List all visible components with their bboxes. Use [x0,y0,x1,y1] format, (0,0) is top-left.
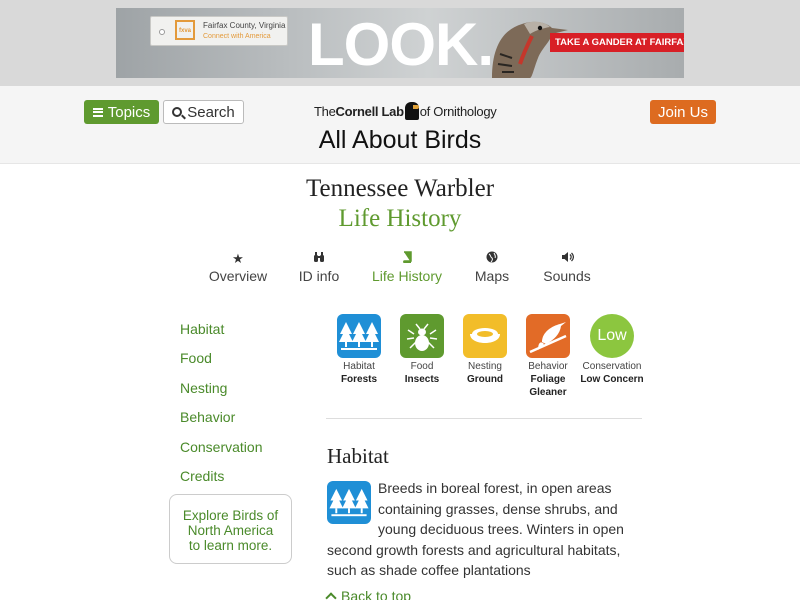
ad-tag: fxva Fairfax County, Virginia Connect wi… [150,16,288,46]
explore-birds-link[interactable]: Explore Birds of North America to learn … [169,494,292,564]
search-icon [172,107,183,117]
ad-tag-subtitle: Connect with America [203,33,271,40]
fact-card-habitat[interactable]: Habitat Forests [331,314,387,386]
habitat-description: Breeds in boreal forest, in open areas c… [327,478,647,581]
explore-line: North America [187,523,274,538]
insect-icon [400,314,444,358]
site-title[interactable]: All About Birds [0,126,800,155]
bird-logo-icon [404,102,419,120]
section-title: Life History [338,205,462,232]
fact-label: Nesting [468,361,502,372]
speaker-icon [541,250,593,268]
fact-value: Low Concern [580,374,644,385]
tab-label: Overview [208,268,268,284]
binoculars-icon [296,250,342,268]
topics-button[interactable]: Topics [84,100,159,124]
chevron-up-icon [325,592,337,600]
book-icon [371,250,443,268]
topics-button-label: Topics [107,103,151,121]
fxva-logo-icon: fxva [175,20,195,40]
back-to-top-link[interactable]: Back to top [325,588,412,600]
tab-label: ID info [298,268,340,284]
join-us-button[interactable]: Join Us [650,100,716,124]
fact-label: Behavior [528,361,568,372]
tab-label: Life History [371,268,443,284]
section-divider [326,418,642,419]
sidebar-item-nesting[interactable]: Nesting [180,380,227,396]
search-button-label: Search [187,103,235,121]
habitat-heading: Habitat [327,444,389,468]
tab-label: Maps [474,268,510,284]
search-button[interactable]: Search [163,100,244,124]
ad-cta[interactable]: TAKE A GANDER AT FAIRFAX! [550,33,684,52]
tab-life-history[interactable]: Life History [371,250,443,284]
ad-headline: LOOK. [308,11,494,78]
bird-on-branch-icon [526,314,570,358]
tab-id-info[interactable]: ID info [296,250,342,284]
sidebar-item-conservation[interactable]: Conservation [180,439,263,455]
species-title: Tennessee Warbler [305,175,495,202]
explore-line: Explore Birds of [182,508,279,523]
forest-icon [337,314,381,358]
sidebar-item-habitat[interactable]: Habitat [180,321,224,337]
fact-label: Food [410,361,434,372]
ad-tag-title: Fairfax County, Virginia [203,21,286,30]
logo-suffix: of Ornithology [419,103,497,119]
site-header: Topics Search The Cornell Lab of Ornitho… [0,86,800,164]
conservation-badge: Low [590,314,634,358]
fact-card-nesting[interactable]: Nesting Ground [457,314,513,386]
icon-spacer [327,478,378,522]
fact-label: Habitat [343,361,375,372]
tab-maps[interactable]: Maps [472,250,512,284]
tab-sounds[interactable]: Sounds [541,250,593,284]
ad-band: fxva Fairfax County, Virginia Connect wi… [0,0,800,86]
explore-line: to learn more. [188,538,273,553]
fact-card-behavior[interactable]: Behavior Foliage Gleaner [520,314,576,399]
sidebar-item-behavior[interactable]: Behavior [180,409,235,425]
back-to-top-label: Back to top [341,588,412,600]
fact-value: Forests [340,374,378,385]
star-icon: ★ [232,251,244,266]
sidebar-item-food[interactable]: Food [180,350,212,366]
fact-card-food[interactable]: Food Insects [394,314,450,386]
fact-value: Foliage Gleaner [529,374,567,398]
advertisement-banner[interactable]: fxva Fairfax County, Virginia Connect wi… [116,8,684,78]
logo-name: Cornell Lab [335,103,405,119]
cornell-lab-logo[interactable]: The Cornell Lab of Ornithology [314,100,497,122]
fact-label: Conservation [582,361,642,372]
tab-overview[interactable]: ★ Overview [208,250,268,284]
menu-icon [92,107,103,117]
nest-icon [463,314,507,358]
fact-card-conservation[interactable]: Low Conservation Low Concern [580,314,644,386]
fact-value: Insects [404,374,440,385]
sidebar-item-credits[interactable]: Credits [180,468,224,484]
globe-icon [472,250,512,268]
tab-label: Sounds [543,268,591,284]
fact-value: Ground [466,374,504,385]
logo-prefix: The [314,103,336,119]
ad-tag-hole [159,29,165,35]
